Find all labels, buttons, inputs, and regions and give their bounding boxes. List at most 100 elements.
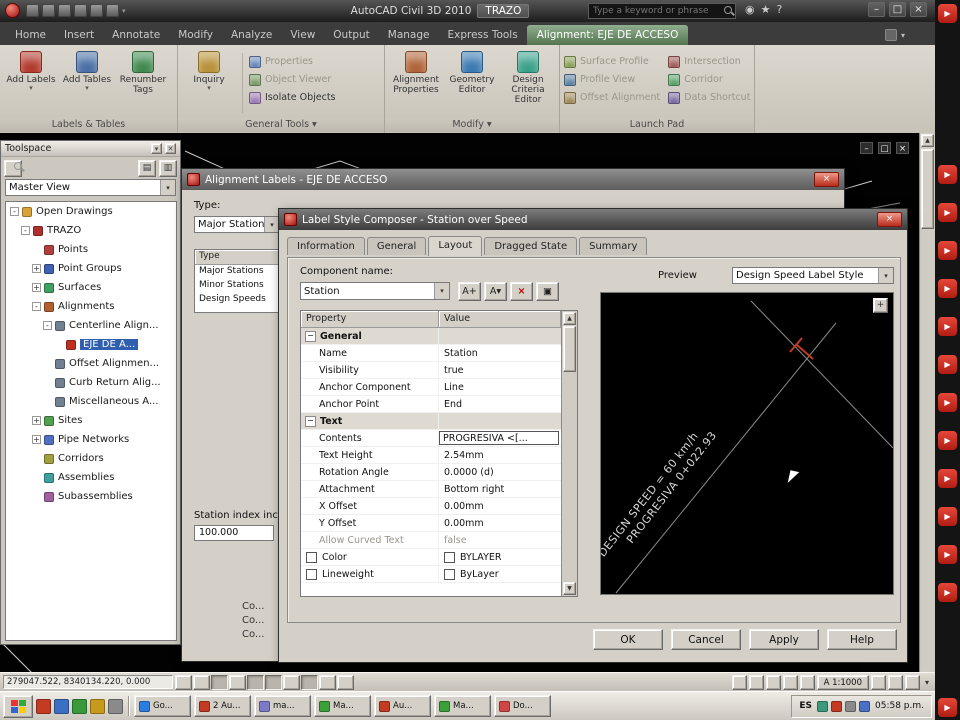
status-toggle[interactable] [175,674,192,690]
property-value[interactable] [439,413,561,429]
inquiry-button[interactable]: Inquiry ▾ [182,49,236,92]
task-button[interactable]: Au... [374,695,431,717]
property-row[interactable]: Anchor Point End [301,396,561,413]
tree-item[interactable]: Subassemblies [6,487,176,506]
ribbon-big-button[interactable]: Geometry Editor [445,49,499,95]
dialog-button[interactable]: Cancel [671,629,741,650]
property-row[interactable]: Attachment Bottom right [301,481,561,498]
property-value[interactable]: false [439,532,561,548]
new-icon[interactable] [26,4,39,17]
video-bottom-icon[interactable]: ▶ [938,698,957,717]
property-value[interactable]: Station [439,345,561,361]
tree-expander-icon[interactable]: + [32,435,41,444]
window-button[interactable]: – [868,2,885,17]
undo-icon[interactable] [90,4,103,17]
tree-item[interactable]: + Sites [6,411,176,430]
start-button[interactable] [3,694,33,718]
composer-tab[interactable]: Information [287,237,365,255]
tree-expander-icon[interactable]: + [32,416,41,425]
property-row[interactable]: Anchor Component Line [301,379,561,396]
scroll-thumb[interactable] [563,326,576,372]
property-row[interactable]: Color BYLAYER [301,549,561,566]
property-row[interactable]: Text Height 2.54mm [301,447,561,464]
video-thumb-icon[interactable]: ▶ [938,165,957,184]
property-value[interactable]: Bottom right [439,481,561,497]
status-toggle[interactable] [265,674,282,690]
chevron-down-icon[interactable] [434,283,449,299]
video-thumb-icon[interactable]: ▶ [938,279,957,298]
video-thumb-icon[interactable]: ▶ [938,393,957,412]
preview-style-select[interactable]: Design Speed Label Style [732,267,894,284]
composer-tab[interactable]: General [366,237,427,255]
toolspace-titlebar[interactable]: Toolspace ▾ ✕ [1,141,180,157]
property-row[interactable]: Y Offset 0.00mm [301,515,561,532]
layout-icon[interactable] [748,674,764,690]
composer-tab[interactable]: Layout [428,236,483,256]
ribbon-small-button[interactable]: Properties [249,53,336,70]
scroll-thumb[interactable] [921,149,934,229]
ribbon-small-button[interactable]: Corridor [668,71,750,88]
redo-icon[interactable] [106,4,119,17]
tray-icon[interactable] [831,700,842,712]
panel-label-general-tools[interactable]: General Tools ▾ [178,118,384,132]
help-search-input[interactable] [589,6,723,16]
clock[interactable]: 05:58 p.m. [875,701,924,711]
ribbon-tab[interactable]: Modify [169,25,222,45]
list-item[interactable]: Minor Stations [195,279,279,293]
dialog-button[interactable]: Apply [749,629,819,650]
component-toolbar-button[interactable]: A+ [458,282,481,301]
tree-item[interactable]: Assemblies [6,468,176,487]
task-button[interactable]: 2 Au... [194,695,251,717]
property-value[interactable]: ByLayer [439,566,561,582]
property-value[interactable]: End [439,396,561,412]
ribbon-tab[interactable]: Annotate [103,25,169,45]
station-index-field[interactable]: 100.000 [194,525,274,541]
toolspace-search-icon[interactable] [4,159,22,177]
favorites-star-icon[interactable]: ★ [761,3,771,16]
property-value[interactable] [439,328,561,344]
open-icon[interactable] [42,4,55,17]
task-button[interactable]: ma... [254,695,311,717]
plot-icon[interactable] [74,4,87,17]
tree-item[interactable]: - Centerline Align... [6,316,176,335]
tree-item[interactable]: Miscellaneous A... [6,392,176,411]
property-row[interactable]: Contents PROGRESIVA <[... [301,430,561,447]
quick-view-icon[interactable] [765,674,781,690]
component-toolbar-button[interactable]: A▾ [484,282,507,301]
chevron-down-icon[interactable] [264,217,279,232]
composer-tab[interactable]: Dragged State [484,237,578,255]
video-thumb-icon[interactable]: ▶ [938,203,957,222]
ribbon-tab[interactable]: Express Tools [438,25,526,45]
ribbon-small-button[interactable]: Intersection [668,53,750,70]
component-toolbar-button[interactable]: × [510,282,533,301]
ribbon-small-button[interactable]: Isolate Objects [249,89,336,106]
tree-expander-icon[interactable]: - [43,321,52,330]
ribbon-small-button[interactable]: Offset Alignment [564,89,660,106]
tree-item[interactable]: - Open Drawings [6,202,176,221]
ribbon-small-button[interactable]: Profile View [564,71,660,88]
ribbon-small-button[interactable]: Surface Profile [564,53,660,70]
chevron-down-icon[interactable] [878,268,893,283]
property-value[interactable]: 0.00mm [439,498,561,514]
panel-label-launch-pad[interactable]: Launch Pad [560,118,754,132]
scroll-down-icon[interactable]: ▼ [563,582,576,595]
tree-item[interactable]: Corridors [6,449,176,468]
dialog-button[interactable]: Help [827,629,897,650]
search-icon[interactable] [723,5,735,17]
video-thumb-icon[interactable]: ▶ [938,469,957,488]
tree-expander-icon[interactable]: - [21,226,30,235]
property-value[interactable]: true [439,362,561,378]
ribbon-big-button[interactable]: Add Labels ▾ [4,49,58,92]
tray-icon[interactable] [817,700,828,712]
annotation-scale-button[interactable]: A 1:1000 [816,674,869,690]
task-button[interactable]: Go... [134,695,191,717]
ribbon-tab[interactable]: Manage [379,25,439,45]
chevron-down-icon[interactable] [160,180,175,195]
value-column-header[interactable]: Value [439,311,561,328]
ribbon-big-button[interactable]: Renumber Tags [116,49,170,95]
tree-item[interactable]: + Point Groups [6,259,176,278]
ribbon-big-button[interactable]: Add Tables ▾ [60,49,114,92]
tree-item[interactable]: + Pipe Networks [6,430,176,449]
scroll-up-icon[interactable]: ▲ [921,134,934,147]
preview-zoom-icon[interactable]: + [873,298,888,313]
